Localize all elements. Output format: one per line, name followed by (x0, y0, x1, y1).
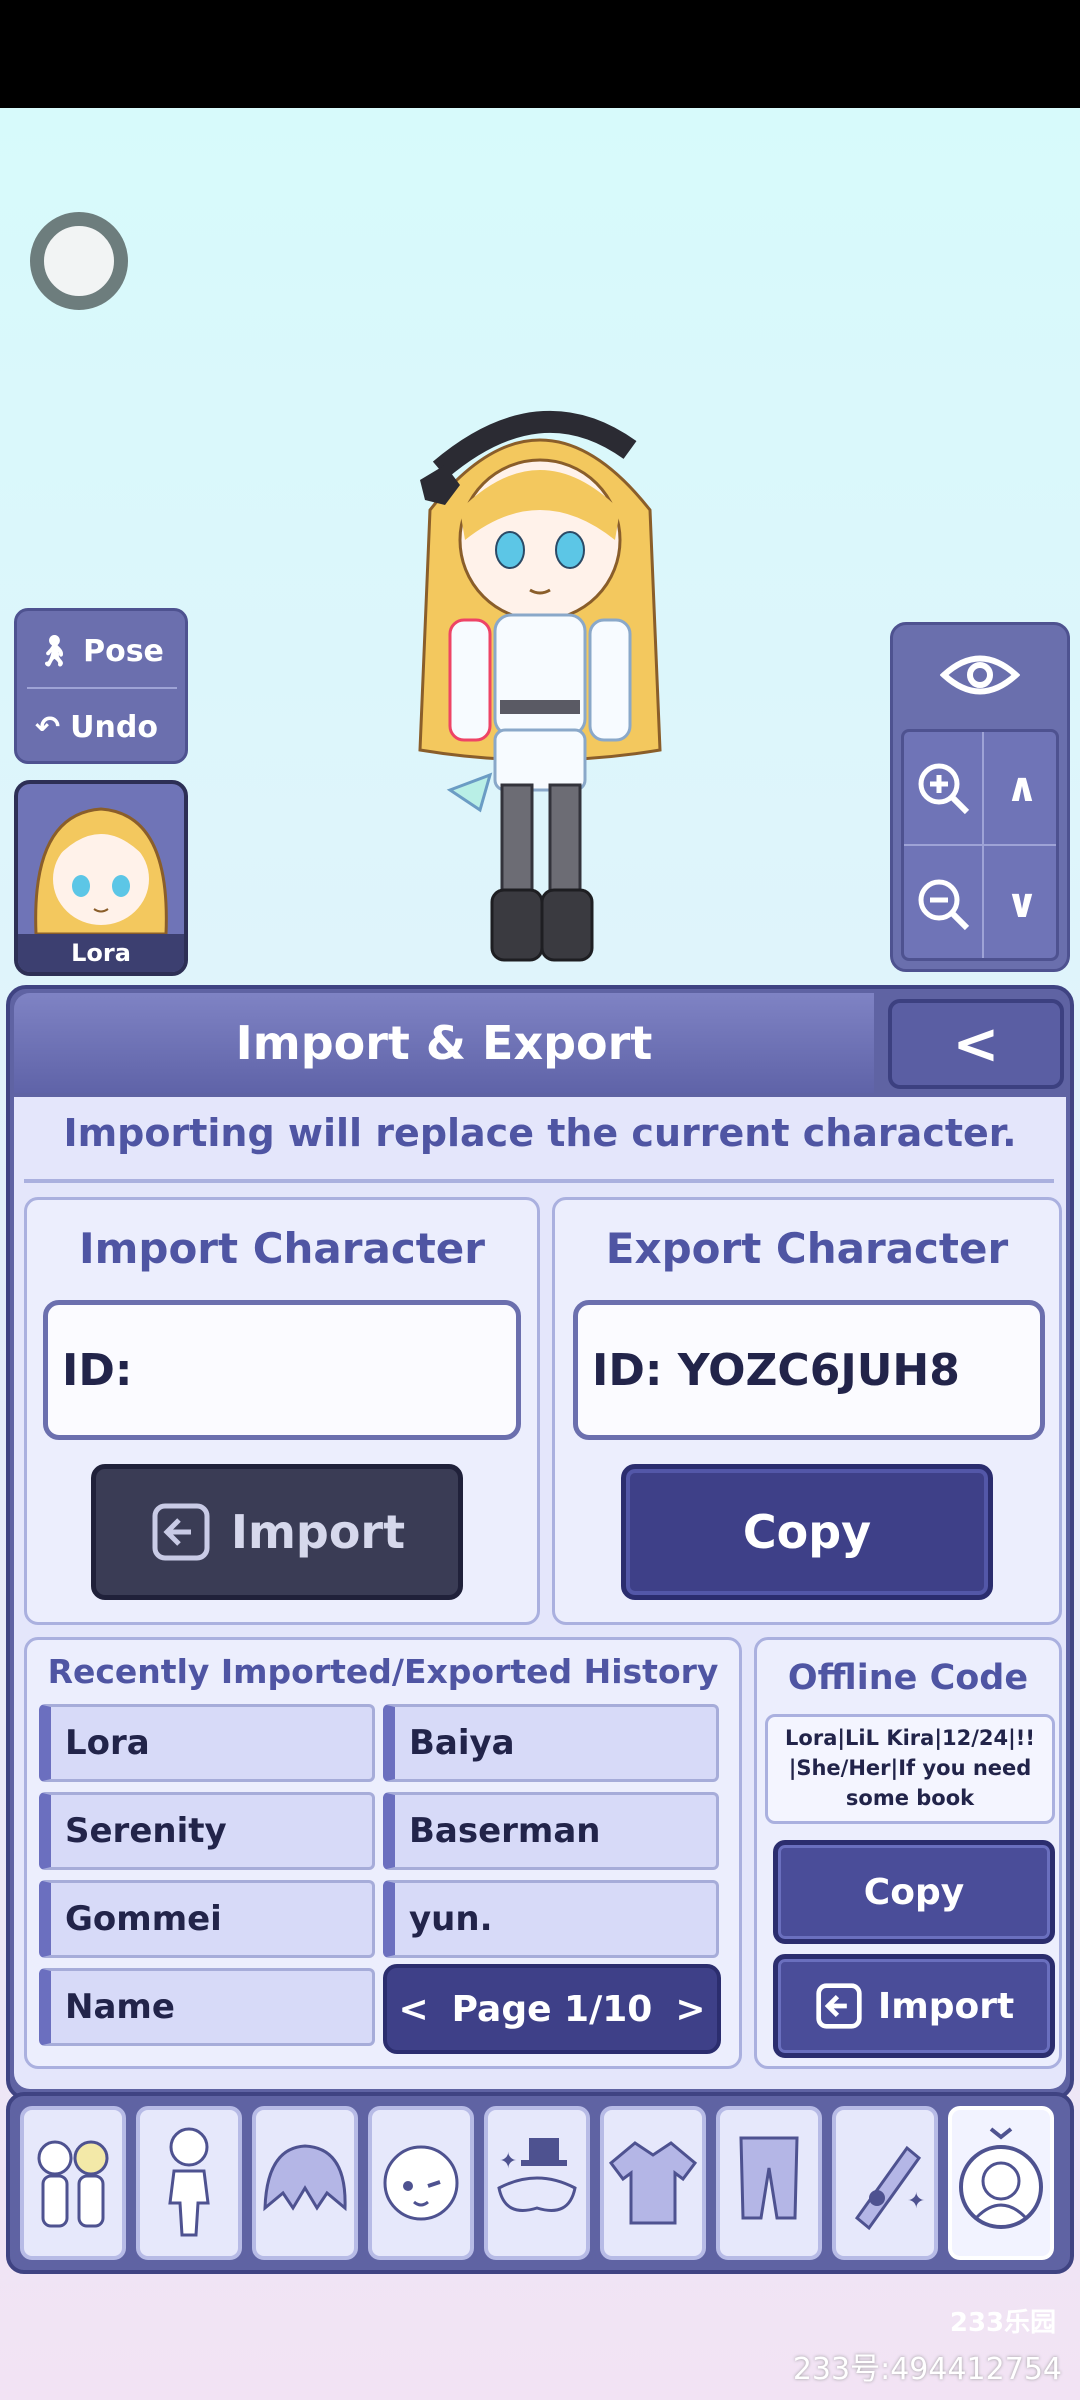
accessory-icon: ✦ (497, 2138, 577, 2212)
character-name: Lora (18, 934, 184, 972)
warning-text: Importing will replace the current chara… (63, 1111, 1017, 1155)
zoom-in-button[interactable] (904, 732, 982, 844)
history-item[interactable]: Baiya (383, 1704, 719, 1782)
prev-page-button[interactable]: < (398, 1989, 428, 2030)
bottom-clothing-tab[interactable] (716, 2106, 822, 2260)
visibility-toggle[interactable] (893, 625, 1067, 725)
character-slot[interactable]: Lora (14, 780, 188, 976)
panel-content: Importing will replace the current chara… (14, 1097, 1066, 2089)
profile-icon (959, 2127, 1043, 2229)
face-tab[interactable] (368, 2106, 474, 2260)
import-icon (816, 1983, 862, 2029)
body-icon (168, 2127, 210, 2237)
pose-button[interactable]: 🚶︎ Pose (17, 615, 185, 687)
status-bar (0, 0, 1080, 108)
import-icon (152, 1503, 210, 1561)
zoom-pad: ∧ ∨ (901, 729, 1059, 961)
history-item[interactable]: Baserman (383, 1792, 719, 1870)
history-item[interactable]: yun. (383, 1880, 719, 1958)
offline-import-button[interactable]: Import (773, 1954, 1055, 2058)
chevron-left-icon: < (952, 1011, 1000, 1077)
profile-tab[interactable] (948, 2106, 1054, 2260)
group-preset-tab[interactable] (20, 2106, 126, 2260)
import-export-panel: Import & Export < Importing will replace… (6, 985, 1074, 2100)
top-clothing-icon (608, 2141, 698, 2225)
import-id-input[interactable]: ID: (43, 1300, 521, 1440)
import-title: Import Character (78, 1224, 485, 1273)
hair-icon (263, 2144, 347, 2212)
character-avatar (34, 807, 168, 934)
svg-text:✦: ✦ (499, 2149, 517, 2174)
panel-title: Import & Export (14, 993, 874, 1093)
next-page-button[interactable]: > (675, 1989, 705, 2030)
back-button[interactable]: < (888, 999, 1064, 1089)
history-pager: < Page 1/10 > (383, 1964, 721, 2054)
eye-icon (940, 655, 1020, 695)
export-character-box: Export Character ID: YOZC6JUH8 Copy (552, 1197, 1062, 1625)
watermark-text: 233号:494412754 (792, 2352, 1062, 2387)
undo-button[interactable]: ↶ Undo (17, 691, 185, 763)
import-character-box: Import Character ID: Import (24, 1197, 540, 1625)
scroll-up-button[interactable]: ∧ (984, 732, 1060, 844)
group-preset-icon (37, 2140, 109, 2228)
watermark-logo: 233乐园 (949, 2308, 1057, 2338)
offline-copy-label: Copy (863, 1871, 965, 1913)
body-tab[interactable] (136, 2106, 242, 2260)
copy-id-button[interactable]: Copy (621, 1464, 993, 1600)
chevron-up-icon: ∧ (1005, 765, 1039, 811)
weapon-icon: ✦ (854, 2145, 925, 2231)
view-controls: ∧ ∨ (890, 622, 1070, 972)
divider (24, 1179, 1054, 1183)
chevron-down-icon: ∨ (1005, 881, 1039, 927)
hair-tab[interactable] (252, 2106, 358, 2260)
undo-label: Undo (70, 709, 158, 745)
accessory-tab[interactable]: ✦ (484, 2106, 590, 2260)
character-preview[interactable] (390, 390, 690, 990)
pose-icon: 🚶︎ (35, 633, 74, 669)
history-box: Recently Imported/Exported History Lora … (24, 1637, 742, 2069)
weapon-tab[interactable]: ✦ (832, 2106, 938, 2260)
undo-icon: ↶ (35, 709, 61, 745)
action-panel: 🚶︎ Pose ↶ Undo (14, 608, 188, 764)
offline-copy-button[interactable]: Copy (773, 1840, 1055, 1944)
copy-button-label: Copy (742, 1505, 872, 1559)
offline-title: Offline Code (787, 1658, 1029, 1698)
history-title: Recently Imported/Exported History (47, 1652, 719, 1691)
face-icon (383, 2145, 459, 2221)
zoom-in-icon (918, 763, 970, 815)
history-item[interactable]: Serenity (39, 1792, 375, 1870)
zoom-out-icon (918, 879, 970, 931)
export-title: Export Character (605, 1224, 1009, 1273)
divider (27, 687, 177, 689)
import-button[interactable]: Import (91, 1464, 463, 1600)
history-item[interactable]: Name (39, 1968, 375, 2046)
history-item[interactable]: Gommei (39, 1880, 375, 1958)
offline-import-label: Import (877, 1985, 1015, 2027)
zoom-out-button[interactable] (904, 846, 982, 962)
top-clothing-tab[interactable] (600, 2106, 706, 2260)
scroll-down-button[interactable]: ∨ (984, 846, 1060, 962)
record-button[interactable] (30, 212, 128, 310)
import-button-label: Import (230, 1505, 406, 1559)
offline-code-text[interactable]: Lora|LiL Kira|12/24|!! |She/Her|If you n… (765, 1714, 1055, 1824)
svg-text:✦: ✦ (907, 2189, 925, 2214)
category-nav: ✦ ✦ (6, 2092, 1074, 2274)
export-id-field[interactable]: ID: YOZC6JUH8 (573, 1300, 1045, 1440)
pose-label: Pose (83, 633, 164, 669)
bottom-clothing-icon (739, 2136, 799, 2220)
history-item[interactable]: Lora (39, 1704, 375, 1782)
page-indicator: Page 1/10 (451, 1988, 653, 2030)
offline-code-box: Offline Code Lora|LiL Kira|12/24|!! |She… (754, 1637, 1062, 2069)
